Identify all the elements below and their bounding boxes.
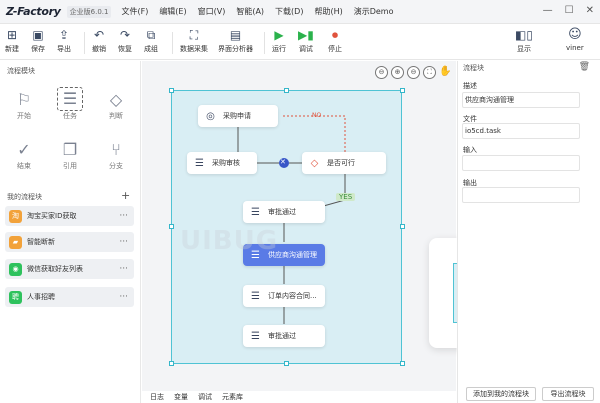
- judge-icon: ◇: [310, 157, 319, 169]
- properties-title: 流程块: [463, 64, 484, 72]
- input-field[interactable]: [462, 155, 580, 171]
- desc-label: 描述: [463, 82, 477, 90]
- node-purchase-request[interactable]: ◎ 采购申请: [198, 105, 278, 127]
- node-contract[interactable]: ☰ 订单内容合同...: [243, 285, 325, 307]
- node-approved-2[interactable]: ☰ 审批通过: [243, 325, 325, 347]
- task-icon: ☰: [251, 290, 260, 302]
- tab-debug[interactable]: 调试: [198, 392, 212, 402]
- watermark: UIBUG: [180, 226, 279, 256]
- tab-variables[interactable]: 变量: [174, 392, 188, 402]
- yes-label: YES: [336, 193, 356, 201]
- node-purchase-review[interactable]: ☰ 采购审核: [187, 152, 257, 174]
- task-icon: ☰: [251, 330, 260, 342]
- add-to-my-blocks-button[interactable]: 添加到我的流程块: [466, 387, 536, 401]
- start-icon: ◎: [206, 110, 215, 122]
- node-feasible[interactable]: ◇ 是否可行: [302, 152, 386, 174]
- task-icon: ☰: [251, 206, 260, 218]
- tab-log[interactable]: 日志: [150, 392, 164, 402]
- task-icon: ☰: [195, 157, 204, 169]
- input-label: 输入: [463, 146, 477, 154]
- bottom-tabs: 日志 变量 调试 元素库: [142, 391, 456, 403]
- delete-edge-icon[interactable]: ✕: [280, 158, 286, 166]
- file-field[interactable]: io5cd.task: [462, 123, 580, 139]
- tab-elements[interactable]: 元素库: [222, 392, 243, 402]
- properties-panel: 流程块 🗑 描述 供应商沟通管理 文件 io5cd.task 输入 输出: [457, 61, 600, 403]
- node-approved-1[interactable]: ☰ 审批通过: [243, 201, 325, 223]
- no-label: NO: [312, 112, 322, 119]
- output-field[interactable]: [462, 187, 580, 203]
- export-block-button[interactable]: 导出流程块: [542, 387, 594, 401]
- trash-icon[interactable]: 🗑: [579, 62, 590, 72]
- desc-field[interactable]: 供应商沟通管理: [462, 92, 580, 108]
